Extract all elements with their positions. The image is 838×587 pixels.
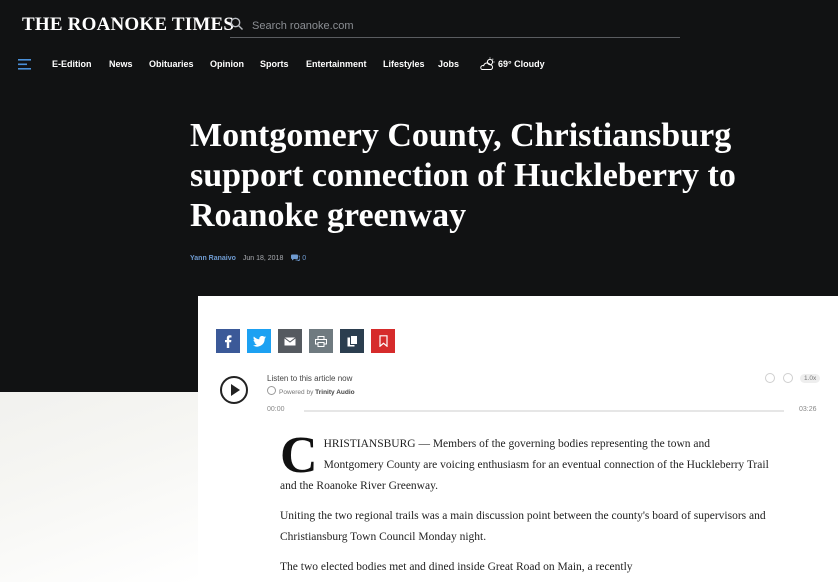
hamburger-menu-icon[interactable]: [18, 59, 31, 70]
share-email-button[interactable]: [278, 329, 302, 353]
powered-by-name[interactable]: Trinity Audio: [315, 389, 354, 396]
nav-item-e-edition[interactable]: E-Edition: [52, 59, 92, 69]
audio-duration: 03:26: [799, 406, 817, 413]
site-logo[interactable]: THE ROANOKE TIMES: [22, 14, 234, 36]
audio-progress-track[interactable]: [304, 410, 784, 412]
bookmark-icon: [378, 335, 388, 347]
rewind-icon[interactable]: [765, 373, 775, 383]
copy-icon: [347, 335, 358, 347]
globe-icon: [267, 386, 276, 395]
twitter-icon: [252, 335, 266, 347]
audio-player: Listen to this article now Powered by Tr…: [220, 372, 821, 418]
article-paragraph: Uniting the two regional trails was a ma…: [280, 510, 766, 543]
share-copy-button[interactable]: [340, 329, 364, 353]
nav-item-obituaries[interactable]: Obituaries: [149, 59, 194, 69]
drop-cap: C: [280, 427, 318, 484]
audio-powered-by: Powered by Trinity Audio: [267, 386, 355, 396]
email-icon: [284, 336, 296, 345]
author-link[interactable]: Yann Ranaivo: [190, 255, 236, 262]
forward-icon[interactable]: [783, 373, 793, 383]
search-icon[interactable]: [230, 17, 244, 31]
article-headline: Montgomery County, Christiansburg suppor…: [190, 117, 736, 234]
share-facebook-button[interactable]: [216, 329, 240, 353]
publish-date: Jun 18, 2018: [242, 255, 284, 262]
print-icon: [315, 335, 327, 347]
comment-icon: [291, 254, 301, 262]
search-input[interactable]: [250, 16, 674, 36]
nav-item-jobs[interactable]: Jobs: [438, 59, 459, 69]
nav-item-lifestyles[interactable]: Lifestyles: [383, 59, 425, 69]
background-photo-lower: [0, 390, 198, 582]
comments-link[interactable]: 0: [291, 254, 307, 262]
nav-item-news[interactable]: News: [109, 59, 133, 69]
article-paragraph: C HRISTIANSBURG — Members of the governin…: [280, 427, 770, 497]
nav-item-opinion[interactable]: Opinion: [210, 59, 244, 69]
topbar: THE ROANOKE TIMES: [0, 0, 838, 50]
article-body: Listen to this article now Powered by Tr…: [198, 296, 838, 582]
share-twitter-button[interactable]: [247, 329, 271, 353]
article-text: C HRISTIANSBURG — Members of the governin…: [280, 427, 770, 587]
paragraph-text: HRISTIANSBURG — Members of the governing…: [280, 438, 769, 492]
audio-title: Listen to this article now: [267, 374, 353, 383]
playback-speed[interactable]: 1.0x: [800, 374, 821, 383]
play-button[interactable]: [220, 376, 248, 404]
share-print-button[interactable]: [309, 329, 333, 353]
main-nav: E-Edition News Obituaries Opinion Sports…: [0, 56, 838, 76]
nav-item-sports[interactable]: Sports: [260, 59, 289, 69]
weather-text: 69° Cloudy: [498, 59, 545, 69]
article-paragraph: The two elected bodies met and dined ins…: [280, 561, 633, 573]
audio-current-time: 00:00: [267, 406, 285, 413]
nav-item-entertainment[interactable]: Entertainment: [306, 59, 367, 69]
powered-by-prefix: Powered by: [279, 389, 314, 396]
comment-count: 0: [302, 255, 307, 262]
facebook-icon: [225, 334, 232, 348]
search-bar[interactable]: [230, 15, 680, 38]
byline: Yann Ranaivo Jun 18, 2018 0: [190, 254, 306, 262]
share-bookmark-button[interactable]: [371, 329, 395, 353]
partly-cloudy-icon: [480, 57, 495, 70]
